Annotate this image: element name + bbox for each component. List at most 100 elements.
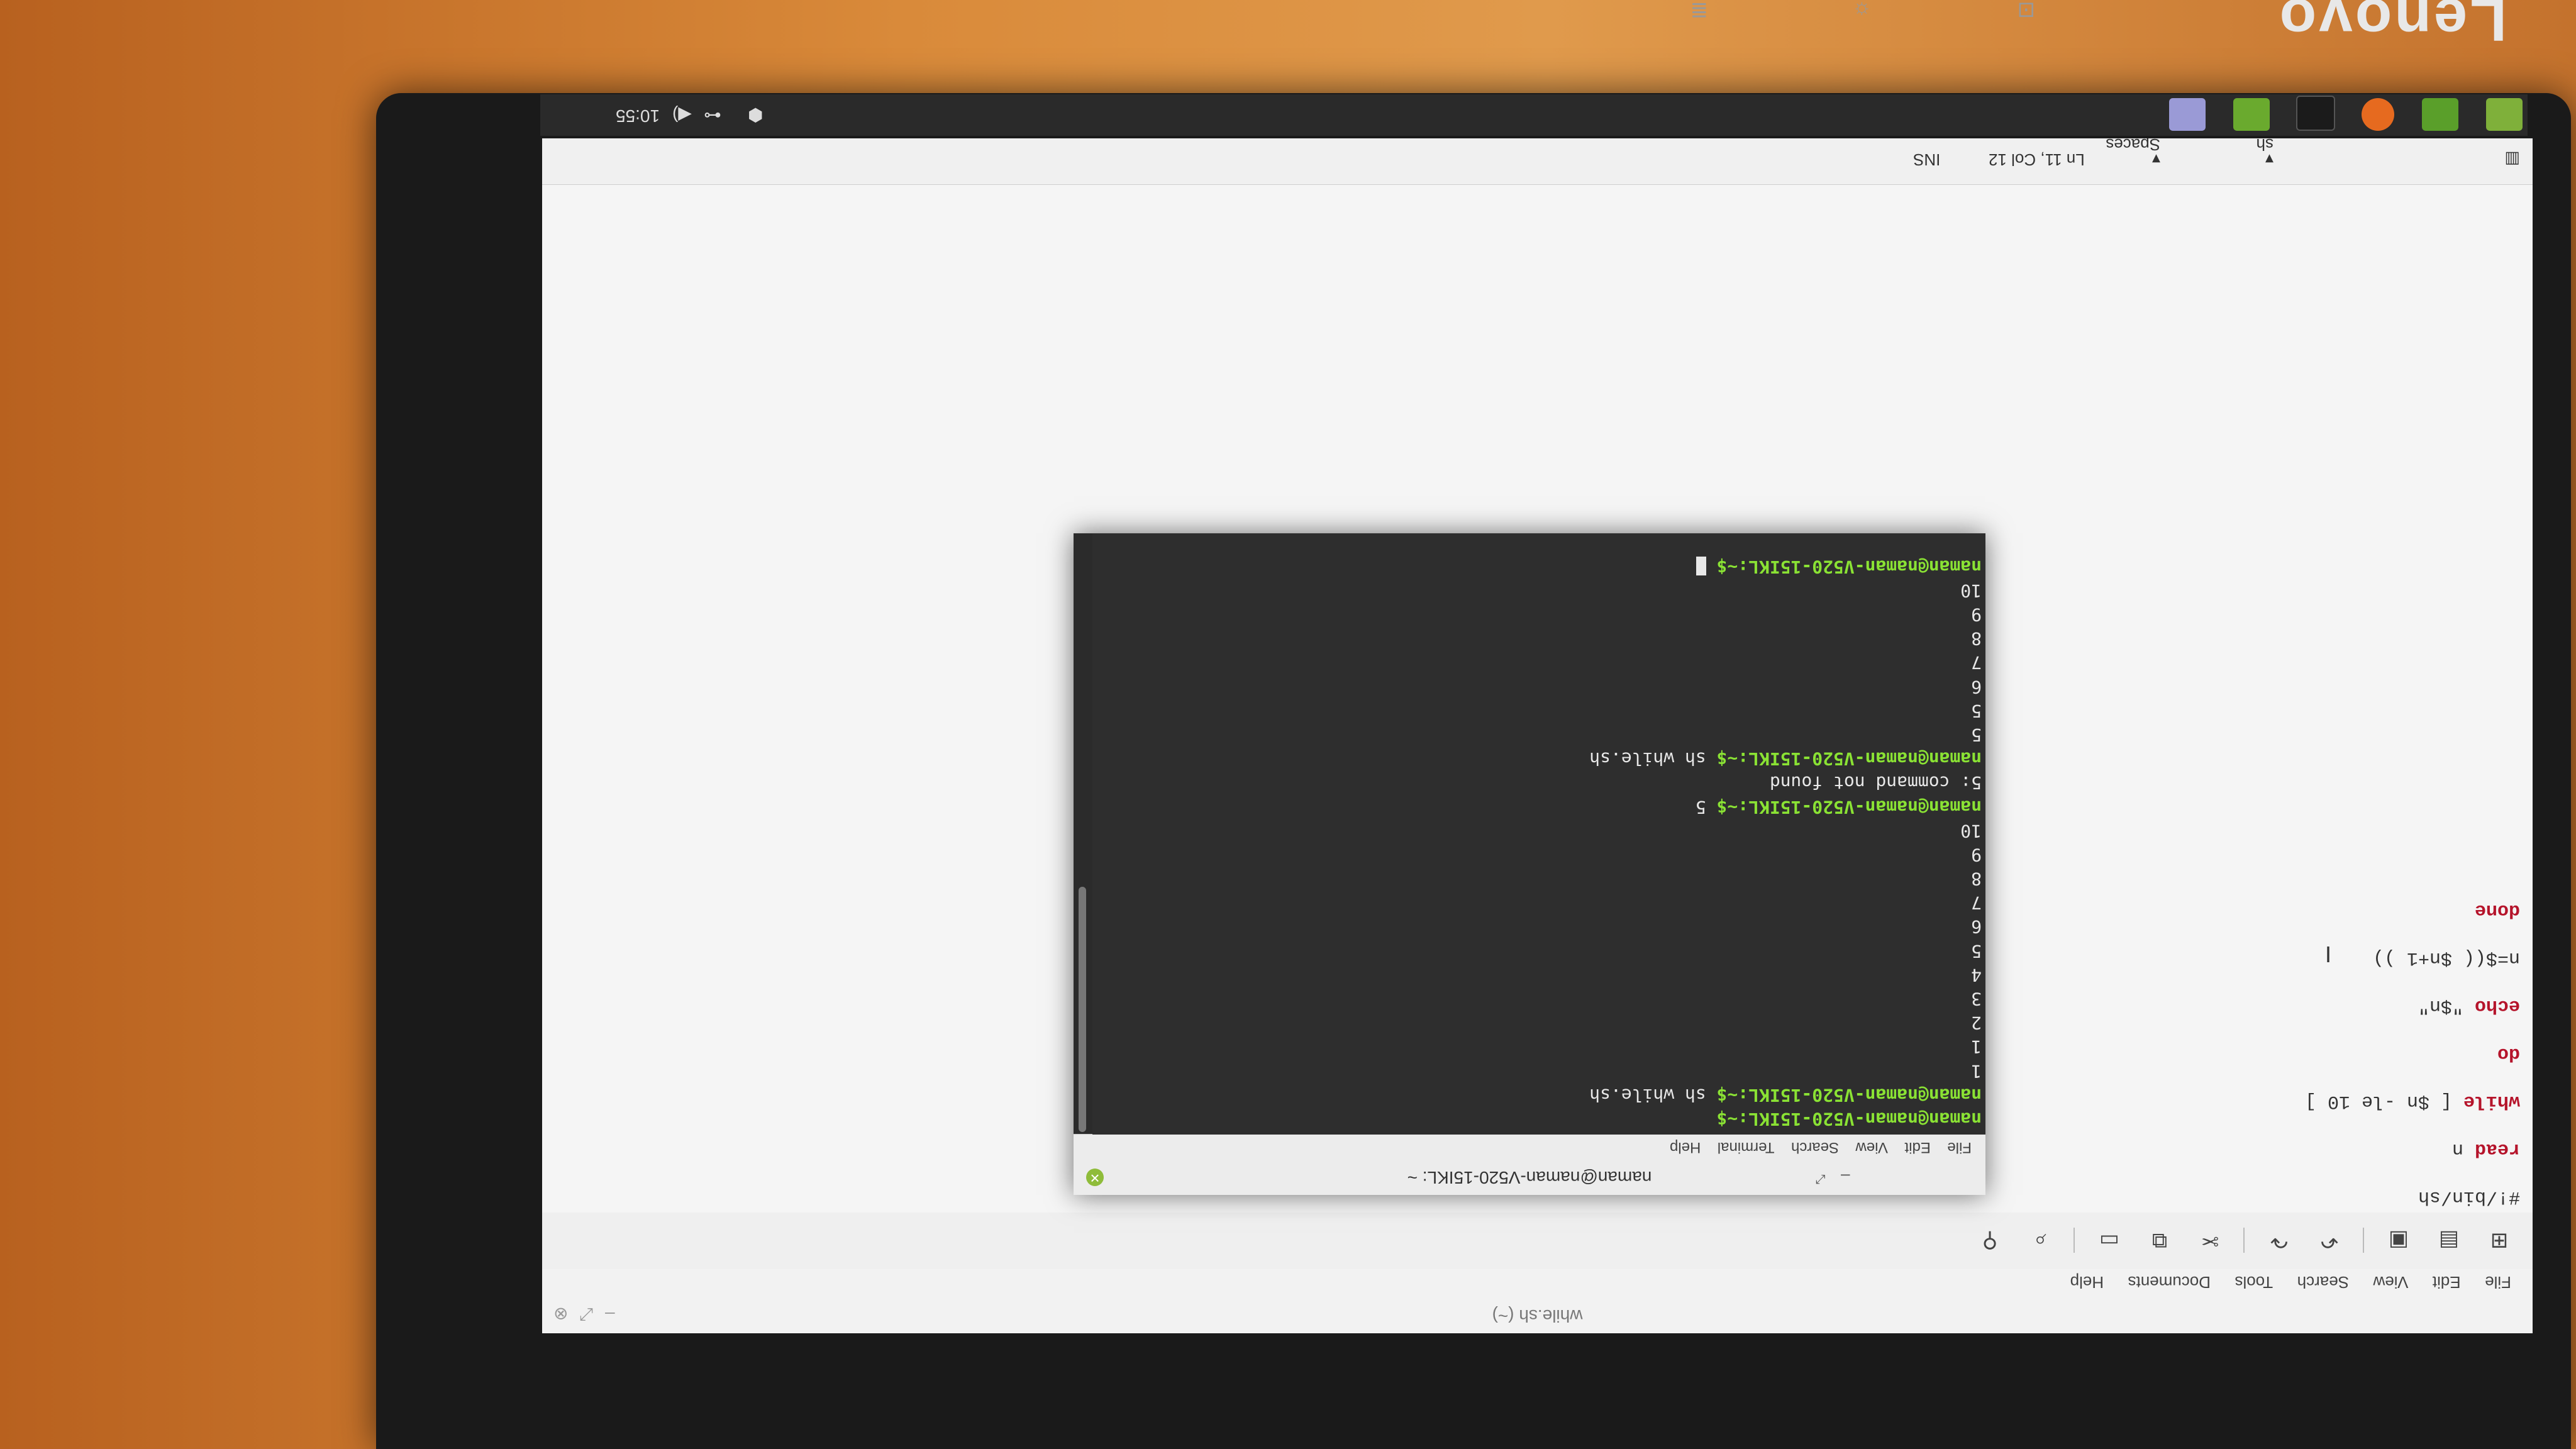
terminal-line: naman@naman-V520-15IKL:~$ sh while.sh (1096, 1083, 1982, 1107)
terminal-text: 5 (1971, 700, 1982, 721)
code-line-3: while [ $n -le 10 ] (2305, 1091, 2520, 1112)
copy-icon[interactable]: ⧉ (2145, 1226, 2174, 1255)
search-icon[interactable]: ⌕ (2026, 1226, 2055, 1255)
terminal-text: 7 (1971, 892, 1982, 914)
terminal-text: 2 (1971, 1013, 1982, 1034)
code-line-1: #!/bin/sh (2418, 1186, 2520, 1208)
terminal-prompt: naman@naman-V520-15IKL:~$ (1716, 748, 1982, 770)
terminal-prompt: naman@naman-V520-15IKL:~$ (1716, 556, 1982, 577)
terminal-window[interactable]: naman@naman-V520-15IKL: ~ – ⤢ ✕ File Edi… (1074, 533, 1985, 1195)
terminal-line: 10 (1096, 819, 1982, 843)
code-text: [ $n -le 10 ] (2304, 1091, 2463, 1112)
cursor-position: Ln 11, Col 12 (1989, 150, 2085, 169)
screen: while.sh (~) – ⤢ ⊗ File Edit View Search… (542, 138, 2533, 1333)
code-line-6: n=$(( $n+1 )) (2372, 947, 2520, 969)
monitor-brand-logo: Lenovo (2277, 0, 2507, 53)
terminal-line: 5: command not found (1096, 770, 1982, 794)
window-title: while.sh (~) (1492, 1306, 1583, 1326)
terminal-text: 6 (1971, 676, 1982, 697)
paste-icon[interactable]: ▭ (2095, 1226, 2124, 1255)
photo-scene: while.sh (~) – ⤢ ⊗ File Edit View Search… (0, 0, 2576, 1449)
terminal-menu-help[interactable]: Help (1670, 1138, 1701, 1156)
keyword: while (2463, 1091, 2520, 1112)
cut-icon[interactable]: ✂ (2196, 1226, 2224, 1255)
display-icon[interactable] (2233, 98, 2270, 131)
terminal-menu-view[interactable]: View (1855, 1138, 1888, 1156)
minimize-button[interactable]: – (605, 1304, 615, 1324)
terminal-line: naman@naman-V520-15IKL:~$ sh while.sh (1096, 747, 1982, 770)
network-icon[interactable]: ⊷ (704, 105, 721, 126)
volume-icon[interactable]: ◀) (672, 105, 692, 126)
terminal-menu-terminal[interactable]: Terminal (1718, 1138, 1775, 1156)
terminal-icon[interactable] (2296, 96, 2335, 131)
update-icon[interactable]: ⬢ (748, 105, 763, 126)
open-file-icon[interactable]: ▤ (2434, 1226, 2463, 1255)
redo-icon[interactable]: ↷ (2265, 1226, 2294, 1255)
terminal-text: 6 (1971, 916, 1982, 938)
menu-help[interactable]: Help (2070, 1272, 2104, 1292)
terminal-text: sh while.sh (1589, 1084, 1717, 1106)
editor-toolbar: ⊞ ▤ ▣ ↶ ↷ ✂ ⧉ ▭ ⌕ ⚲ (542, 1212, 2533, 1269)
save-icon[interactable]: ▣ (2384, 1226, 2413, 1255)
menu-documents[interactable]: Documents (2128, 1272, 2211, 1292)
firefox-icon[interactable] (2362, 98, 2394, 131)
editor-statusbar: ▥ sh ▾ Spaces ▾ Ln 11, Col 12 INS (542, 138, 2533, 185)
terminal-output[interactable]: naman@naman-V520-15IKL:~$ naman@naman-V52… (1092, 533, 1985, 1135)
terminal-maximize-button[interactable]: ⤢ (1816, 1172, 1826, 1186)
sidebar-toggle-icon[interactable]: ▥ (2504, 150, 2520, 169)
terminal-menu-edit[interactable]: Edit (1905, 1138, 1931, 1156)
menu-tools[interactable]: Tools (2235, 1272, 2273, 1292)
text-cursor-icon: I (2324, 941, 2331, 967)
menu-search[interactable]: Search (2297, 1272, 2349, 1292)
terminal-menu-file[interactable]: File (1947, 1138, 1972, 1156)
monitor-bezel: while.sh (~) – ⤢ ⊗ File Edit View Search… (376, 93, 2571, 1449)
terminal-text: 8 (1971, 628, 1982, 650)
code-line-2: read n (2452, 1138, 2520, 1160)
files-icon[interactable] (2422, 98, 2458, 131)
terminal-text: 1 (1971, 1060, 1982, 1082)
terminal-scrollbar[interactable] (1079, 887, 1086, 1132)
terminal-menu-search[interactable]: Search (1791, 1138, 1839, 1156)
mint-menu-icon[interactable] (2486, 98, 2523, 131)
new-file-icon[interactable]: ⊞ (2485, 1226, 2514, 1255)
terminal-prompt: naman@naman-V520-15IKL:~$ (1716, 1109, 1982, 1130)
terminal-line: 5 (1096, 723, 1982, 747)
menu-file[interactable]: File (2485, 1272, 2511, 1292)
menu-edit[interactable]: Edit (2433, 1272, 2461, 1292)
terminal-text: 9 (1971, 844, 1982, 865)
terminal-line: naman@naman-V520-15IKL:~$ (1096, 1107, 1982, 1131)
terminal-line: 5 (1096, 939, 1982, 963)
terminal-text: 5 (1695, 796, 1717, 818)
monitor-input-icon[interactable]: ⊡ (2018, 0, 2036, 23)
terminal-line: 7 (1096, 891, 1982, 914)
monitor-menu-icon[interactable]: ≣ (1690, 0, 1709, 23)
clock[interactable]: 10:55 (616, 106, 660, 126)
terminal-cursor (1696, 556, 1706, 575)
menu-view[interactable]: View (2373, 1272, 2408, 1292)
terminal-text: sh while.sh (1589, 748, 1717, 770)
close-button[interactable]: ⊗ (553, 1304, 568, 1324)
terminal-text: 3 (1971, 989, 1982, 1010)
keyword: read (2474, 1138, 2520, 1160)
terminal-line: 4 (1096, 963, 1982, 987)
code-line-7: done (2475, 899, 2520, 921)
language-selector[interactable]: sh ▾ (2257, 138, 2273, 169)
monitor-brightness-icon[interactable]: ☼ (1852, 0, 1872, 23)
terminal-line: 9 (1096, 602, 1982, 626)
terminal-text: 5 (1971, 940, 1982, 962)
terminal-text: 1 (1971, 1036, 1982, 1058)
terminal-text: 7 (1971, 652, 1982, 674)
keyword: do (2497, 1043, 2520, 1064)
terminal-line: 10 (1096, 579, 1982, 602)
terminal-line: 3 (1096, 987, 1982, 1011)
text-editor-icon[interactable] (2169, 98, 2206, 131)
code-line-4: do (2497, 1043, 2520, 1064)
replace-icon[interactable]: ⚲ (1975, 1226, 2004, 1255)
terminal-line: naman@naman-V520-15IKL:~$ (1096, 555, 1982, 579)
undo-icon[interactable]: ↶ (2315, 1226, 2344, 1255)
terminal-minimize-button[interactable]: – (1841, 1167, 1850, 1186)
terminal-close-button[interactable]: ✕ (1086, 1169, 1104, 1186)
indent-selector[interactable]: Spaces ▾ (2106, 138, 2160, 169)
maximize-button[interactable]: ⤢ (580, 1304, 594, 1324)
